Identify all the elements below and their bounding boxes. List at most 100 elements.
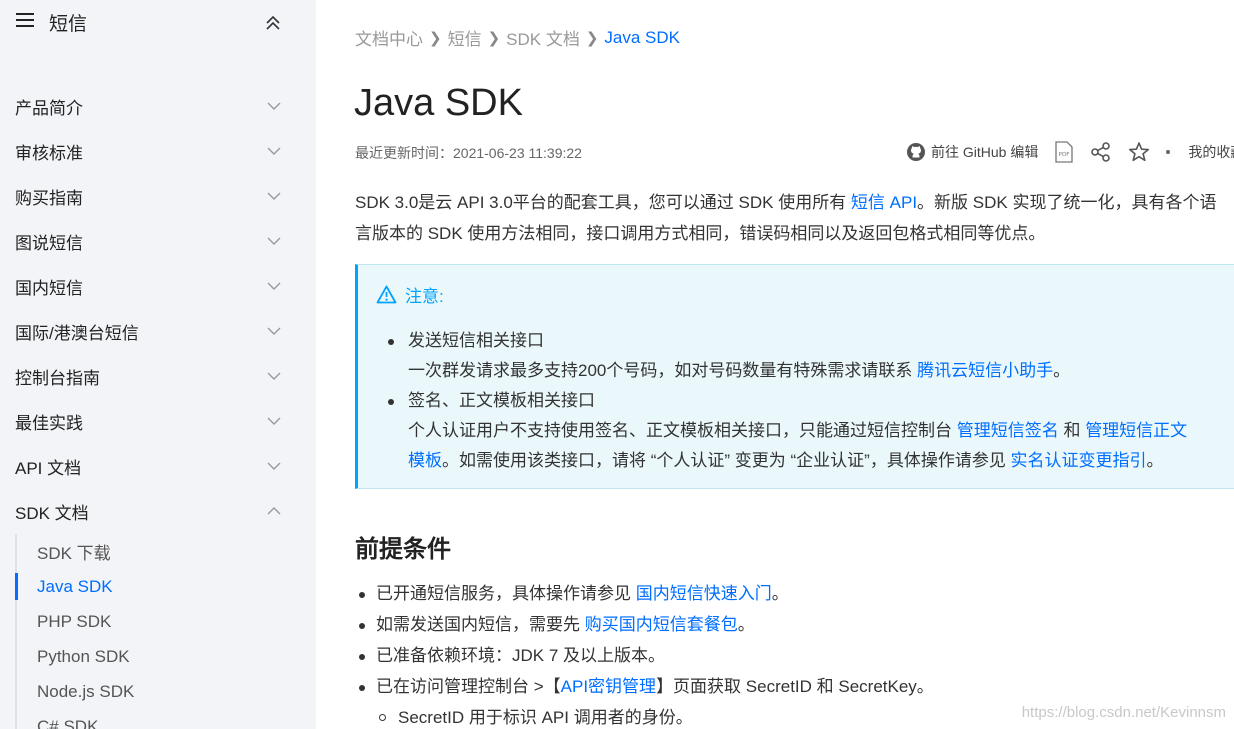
main-content: 文档中心 ❯ 短信 ❯ SDK 文档 ❯ Java SDK Java SDK 最… (316, 0, 1234, 729)
sidebar-header: 短信 (0, 0, 316, 44)
sidebar-item-best-practices[interactable]: 最佳实践 (0, 399, 316, 444)
bullet-icon (359, 654, 365, 660)
sidebar-item-api-docs[interactable]: API 文档 (0, 444, 316, 489)
manage-signature-link[interactable]: 管理短信签名 (957, 421, 1059, 440)
last-updated: 最近更新时间：2021-06-23 11:39:22 (355, 145, 582, 161)
notice-text: 一次群发请求最多支持200个号码，如对号码数量有特殊需求请联系 (408, 361, 918, 380)
sidebar-item-purchase-guide[interactable]: 购买指南 (0, 174, 316, 219)
sidebar-item-review-standards[interactable]: 审核标准 (0, 129, 316, 174)
sidebar-subitem-php-sdk[interactable]: PHP SDK (17, 604, 316, 639)
bullet-icon (359, 623, 365, 629)
manage-template-link[interactable]: 管理短信正文 (1085, 421, 1187, 440)
notice-text: 和 (1058, 421, 1086, 440)
api-key-management-link[interactable]: API密钥管理 (561, 677, 656, 696)
list-item: 已开通短信服务，具体操作请参见 国内短信快速入门。 (359, 578, 934, 609)
sidebar-subitem-label: Node.js SDK (37, 681, 135, 701)
notice-list: 发送短信相关接口 一次群发请求最多支持200个号码，如对号码数量有特殊需求请联系… (388, 326, 1187, 476)
sidebar-item-label: 审核标准 (15, 144, 83, 163)
sidebar-nav: 产品简介 审核标准 购买指南 图说短信 国内短信 国际/港澳台短信 控制台指南 (0, 84, 316, 729)
sidebar-item-label: 国际/港澳台短信 (15, 324, 139, 343)
sidebar-subitem-nodejs-sdk[interactable]: Node.js SDK (17, 674, 316, 709)
favorite-button[interactable] (1128, 141, 1150, 163)
quick-start-link[interactable]: 国内短信快速入门 (636, 584, 772, 603)
intro-line-2: 言版本的 SDK 使用方法相同，接口调用方式相同，错误码相同以及返回包格式相同等… (355, 224, 1046, 243)
github-icon (907, 143, 925, 161)
notice-text: 。 (1146, 451, 1164, 470)
notice-item-text: 一次群发请求最多支持200个号码，如对号码数量有特殊需求请联系 腾讯云短信小助手… (408, 356, 1187, 386)
sidebar-item-domestic-sms[interactable]: 国内短信 (0, 264, 316, 309)
sdk-docs-submenu: SDK 下载 Java SDK PHP SDK Python SDK Node.… (15, 534, 316, 729)
chevron-down-icon (267, 102, 281, 110)
breadcrumb-sms[interactable]: 短信 (448, 25, 482, 50)
list-item: 发送短信相关接口 一次群发请求最多支持200个号码，如对号码数量有特殊需求请联系… (388, 326, 1187, 386)
sidebar-subitem-sdk-download[interactable]: SDK 下载 (17, 534, 316, 569)
sms-api-link[interactable]: 短信 API (851, 193, 917, 212)
manage-template-link-cont[interactable]: 模板 (408, 451, 442, 470)
chevron-right-icon: ❯ (585, 29, 599, 47)
intro-text: SDK 3.0是云 API 3.0平台的配套工具，您可以通过 SDK 使用所有 (355, 193, 851, 212)
notice-box: 注意: 发送短信相关接口 一次群发请求最多支持200个号码，如对号码数量有特殊需… (355, 264, 1234, 489)
notice-text: 个人认证用户不支持使用签名、正文模板相关接口，只能通过短信控制台 (408, 421, 957, 440)
list-item: 已在访问管理控制台 >【API密钥管理】页面获取 SecretID 和 Secr… (359, 671, 934, 702)
double-chevron-up-icon[interactable] (262, 12, 284, 34)
bullet-icon (359, 592, 365, 598)
github-edit-button[interactable]: 前往 GitHub 编辑 (906, 142, 1038, 162)
section-heading-prerequisites: 前提条件 (355, 536, 451, 563)
notice-item-title: 签名、正文模板相关接口 (408, 391, 595, 410)
list-item: 签名、正文模板相关接口 个人认证用户不支持使用签名、正文模板相关接口，只能通过短… (388, 386, 1187, 476)
sidebar-item-sdk-docs[interactable]: SDK 文档 (0, 489, 316, 534)
page-title: Java SDK (354, 82, 523, 124)
intro-text: 。新版 SDK 实现了统一化，具有各个语 (917, 193, 1217, 212)
notice-item-text: 个人认证用户不支持使用签名、正文模板相关接口，只能通过短信控制台 管理短信签名 … (408, 416, 1187, 446)
warning-icon (376, 285, 397, 304)
verification-change-link[interactable]: 实名认证变更指引 (1011, 451, 1147, 470)
share-icon (1091, 142, 1111, 162)
sidebar-title: 短信 (49, 14, 88, 35)
sidebar-item-illustrated-sms[interactable]: 图说短信 (0, 219, 316, 264)
my-favorites-link[interactable]: 我的收藏 (1188, 142, 1234, 162)
intro-line-1: SDK 3.0是云 API 3.0平台的配套工具，您可以通过 SDK 使用所有 … (355, 187, 1234, 218)
bullet-icon (388, 339, 394, 345)
breadcrumb-doc-center[interactable]: 文档中心 (355, 25, 423, 50)
chevron-right-icon: ❯ (487, 29, 501, 47)
prereq-text: 如需发送国内短信，需要先 (376, 615, 585, 634)
prereq-text: 。 (771, 584, 789, 603)
sidebar-item-product-intro[interactable]: 产品简介 (0, 84, 316, 129)
sidebar-subitem-csharp-sdk[interactable]: C# SDK (17, 709, 316, 729)
sidebar-item-label: 图说短信 (15, 234, 83, 253)
sidebar-subitem-label: PHP SDK (37, 611, 112, 631)
sidebar: 短信 产品简介 审核标准 购买指南 图说短信 国内短信 国际/港澳台短信 控制台… (0, 0, 316, 729)
notice-text: 。如需使用该类接口，请将 “个人认证” 变更为 “企业认证”，具体操作请参见 (442, 451, 1011, 470)
chevron-down-icon (267, 327, 281, 335)
breadcrumb-java-sdk[interactable]: Java SDK (604, 28, 680, 48)
chevron-down-icon (267, 282, 281, 290)
sms-assistant-link[interactable]: 腾讯云短信小助手 (917, 361, 1053, 380)
chevron-down-icon (267, 462, 281, 470)
sidebar-item-label: 最佳实践 (15, 414, 83, 433)
prereq-text: 已准备依赖环境：JDK 7 及以上版本。 (376, 646, 666, 665)
sidebar-item-label: 国内短信 (15, 279, 83, 298)
sidebar-item-label: API 文档 (15, 459, 82, 478)
breadcrumb-sdk-docs[interactable]: SDK 文档 (506, 25, 580, 50)
sidebar-item-international-sms[interactable]: 国际/港澳台短信 (0, 309, 316, 354)
chevron-down-icon (267, 372, 281, 380)
pdf-button[interactable]: PDF (1054, 141, 1074, 163)
chevron-down-icon (267, 147, 281, 155)
watermark: https://blog.csdn.net/Kevinnsm (1021, 704, 1226, 721)
breadcrumb: 文档中心 ❯ 短信 ❯ SDK 文档 ❯ Java SDK (355, 25, 680, 50)
sidebar-item-label: 控制台指南 (15, 369, 100, 388)
star-icon (1129, 142, 1150, 162)
sidebar-subitem-java-sdk[interactable]: Java SDK (15, 569, 316, 604)
notice-text: 。 (1053, 361, 1071, 380)
chevron-right-icon: ❯ (429, 29, 442, 47)
prereq-text: 】页面获取 SecretID 和 SecretKey。 (656, 677, 934, 696)
chevron-down-icon (267, 237, 281, 245)
sidebar-subitem-python-sdk[interactable]: Python SDK (17, 639, 316, 674)
svg-text:PDF: PDF (1059, 152, 1070, 158)
menu-icon[interactable] (16, 13, 34, 27)
sidebar-item-console-guide[interactable]: 控制台指南 (0, 354, 316, 399)
chevron-up-icon (267, 507, 281, 515)
buy-package-link[interactable]: 购买国内短信套餐包 (585, 615, 738, 634)
share-button[interactable] (1090, 141, 1112, 163)
sidebar-subitem-label: Java SDK (37, 576, 113, 596)
